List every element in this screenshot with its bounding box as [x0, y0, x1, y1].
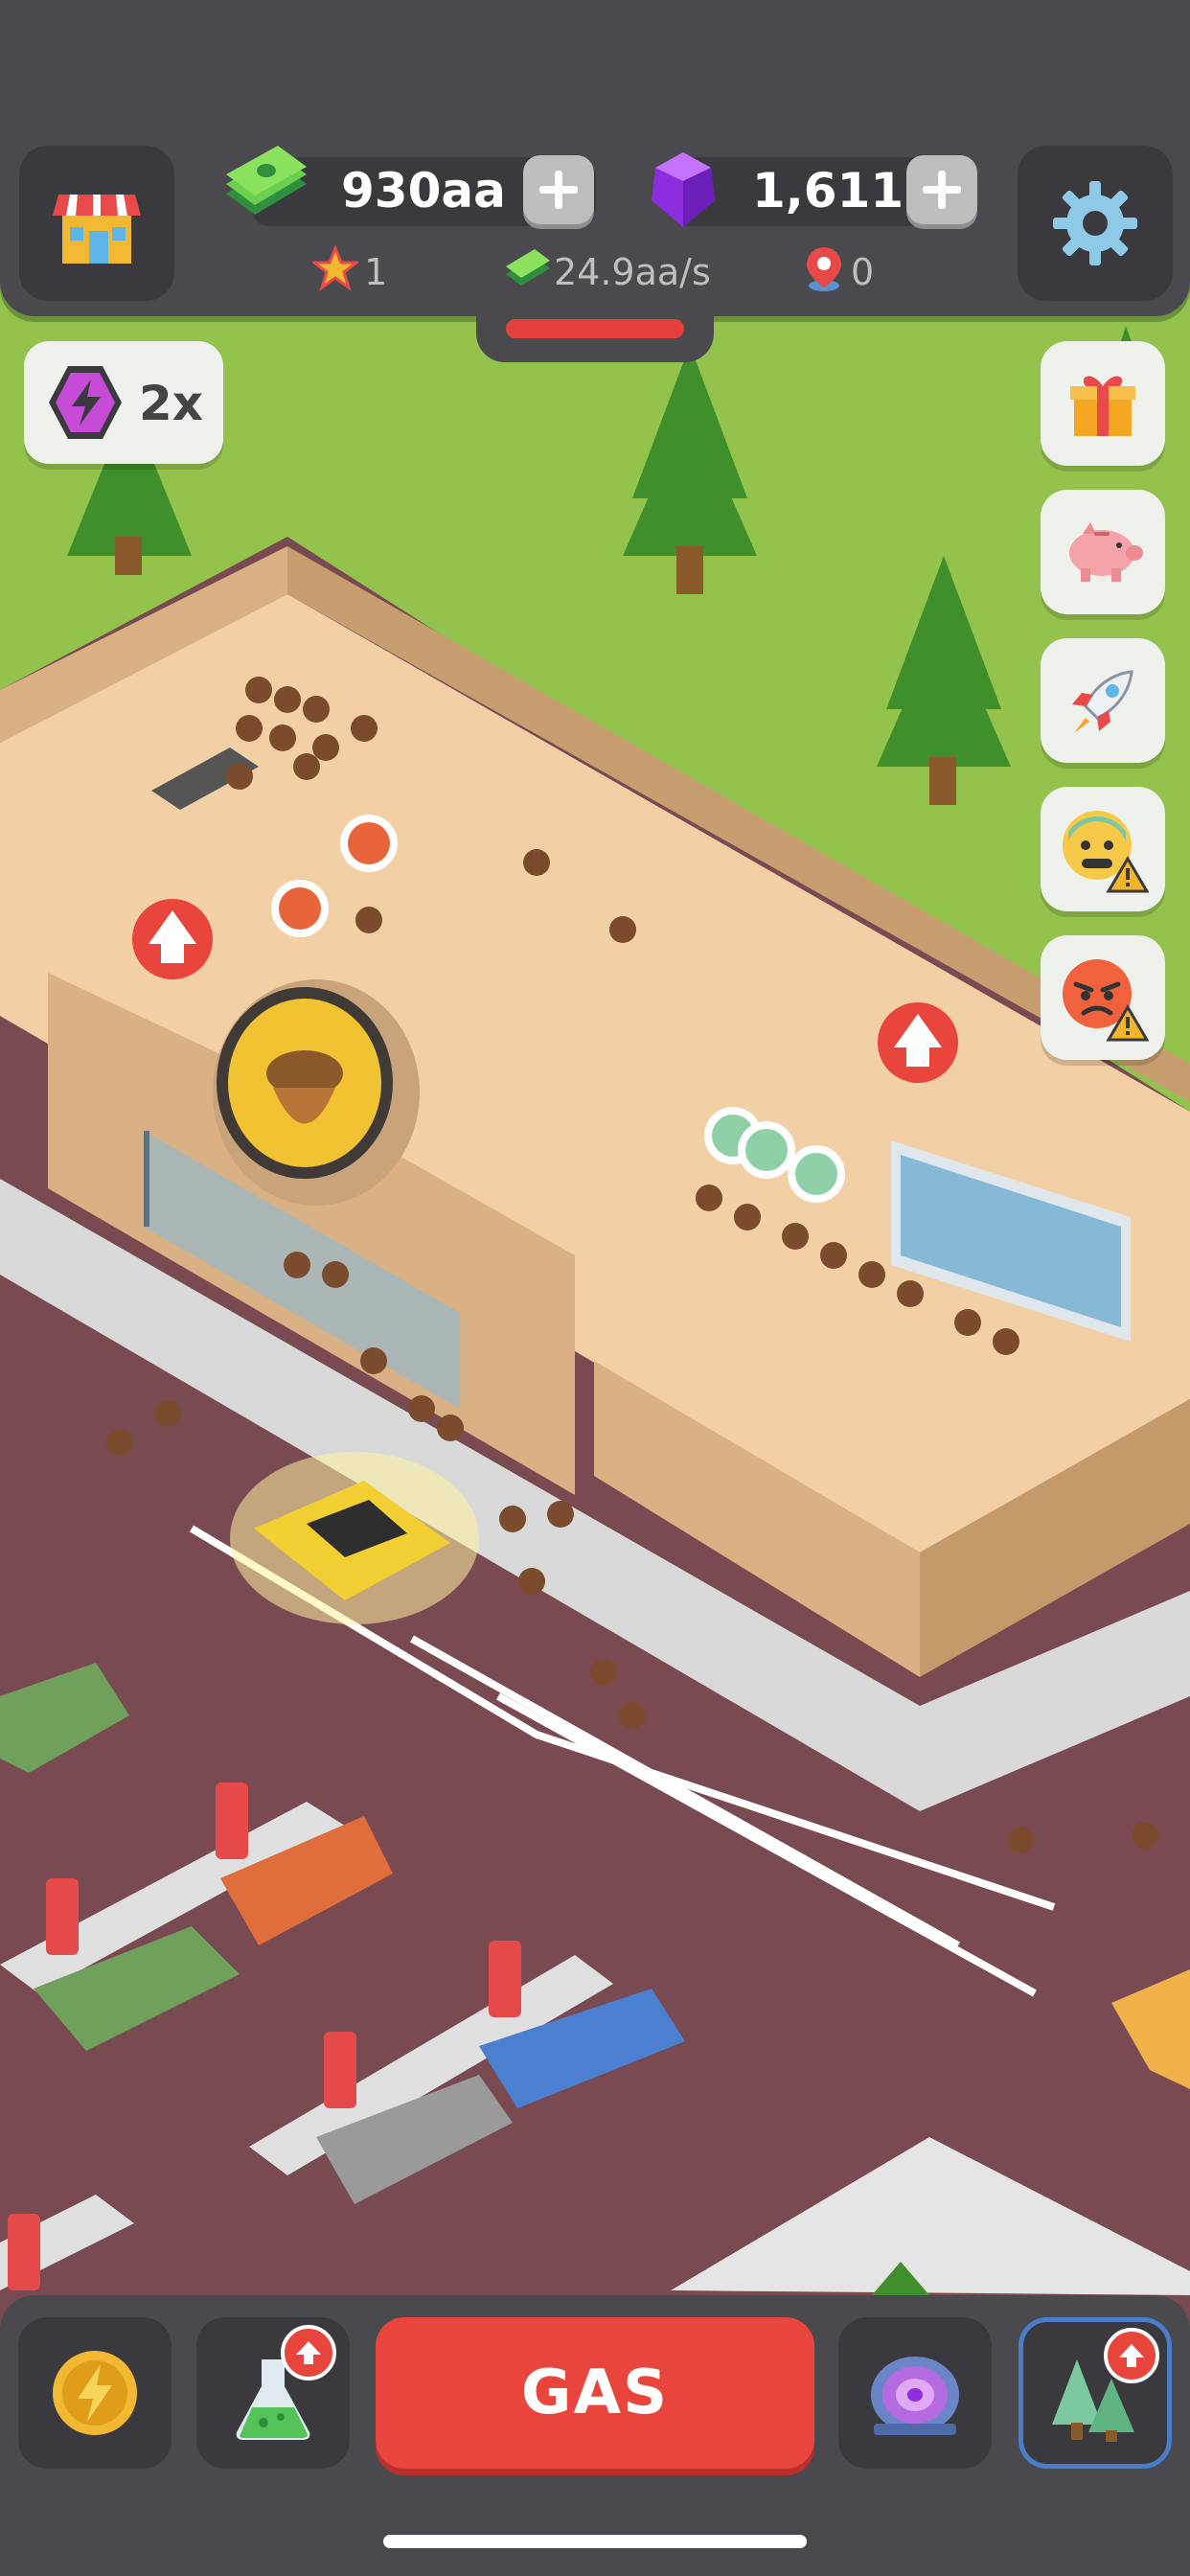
cash-icon: [226, 146, 307, 215]
expansion-button[interactable]: [1018, 2317, 1172, 2469]
gem-icon: [652, 152, 715, 227]
plus-icon: [539, 171, 578, 209]
arrow-up-icon: [296, 2341, 321, 2364]
portal-icon: [871, 2357, 959, 2435]
home-indicator[interactable]: [383, 2535, 807, 2548]
anxious-face-warning-icon: [1063, 811, 1149, 893]
shop-button[interactable]: [19, 146, 174, 301]
piggy-bank-icon: [1069, 522, 1143, 582]
settings-icon: [1053, 181, 1137, 265]
stars-value: 1: [364, 251, 388, 293]
expansion-upgrade-badge: [1104, 2328, 1159, 2383]
add-cash-button[interactable]: [523, 155, 594, 224]
income-rate: 24.9aa/s: [554, 251, 711, 293]
location-value: 0: [851, 251, 875, 293]
gift-button[interactable]: [1041, 341, 1165, 466]
anxious-customers-button[interactable]: [1041, 787, 1165, 911]
portal-button[interactable]: [838, 2317, 992, 2469]
arrow-up-icon: [1119, 2344, 1144, 2367]
angry-customers-button[interactable]: [1041, 935, 1165, 1060]
lightning-coin-icon: [53, 2351, 137, 2435]
gems-value: 1,611: [752, 163, 904, 218]
gas-button[interactable]: GAS: [376, 2317, 814, 2469]
hud-pull-tab-indicator: [506, 319, 684, 338]
research-upgrade-badge: [281, 2325, 336, 2380]
star-icon: [312, 245, 358, 291]
location-pin-icon: [807, 247, 841, 291]
settings-button[interactable]: [1018, 146, 1173, 301]
add-gems-button[interactable]: [906, 155, 977, 224]
game-screen: 930aa 1,611 1 24.9aa/s 0 2x GAS: [0, 0, 1190, 2576]
research-button[interactable]: [196, 2317, 350, 2469]
gift-icon: [1070, 376, 1135, 436]
rocket-icon: [1072, 670, 1133, 733]
piggy-bank-button[interactable]: [1041, 490, 1165, 614]
boost-button[interactable]: 2x: [24, 341, 223, 464]
boost-coin-button[interactable]: [18, 2317, 172, 2469]
lightning-hexagon-icon: [49, 366, 122, 439]
income-cash-icon: [506, 249, 550, 286]
plus-icon: [923, 171, 961, 209]
boost-multiplier: 2x: [139, 376, 204, 431]
rocket-button[interactable]: [1041, 638, 1165, 763]
angry-face-warning-icon: [1063, 959, 1149, 1042]
shop-icon: [53, 195, 141, 264]
cash-value: 930aa: [341, 163, 506, 218]
